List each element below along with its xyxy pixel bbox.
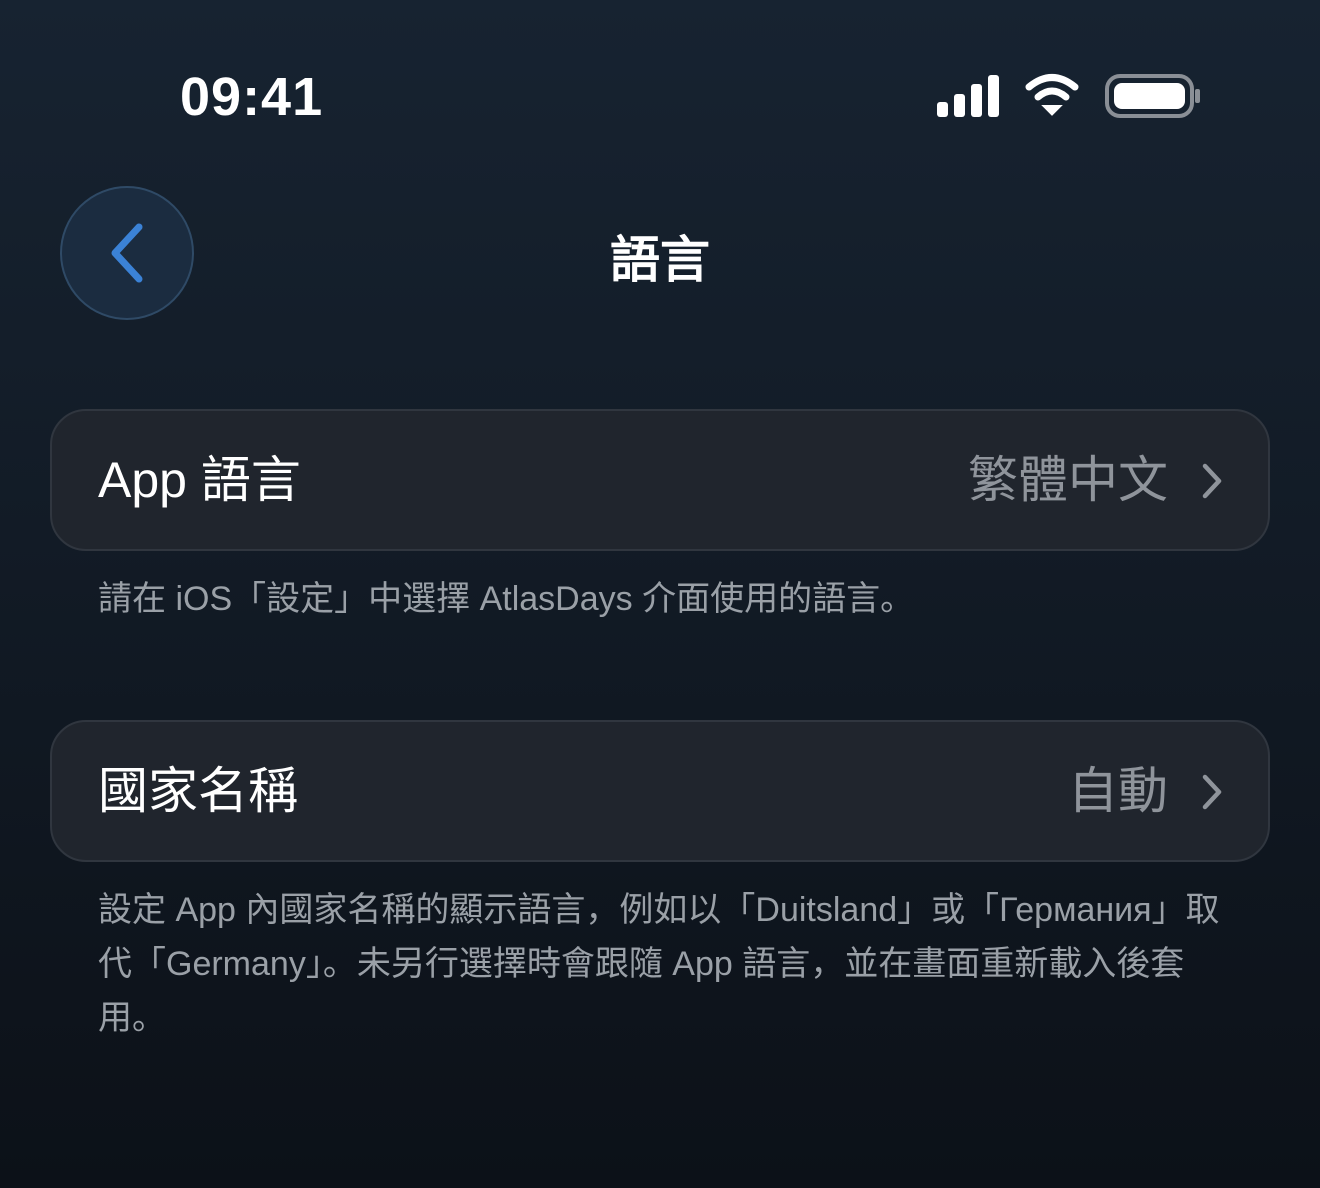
page-title: 語言	[610, 232, 710, 288]
country-names-footnote: 設定 App 內國家名稱的顯示語言，例如以「Duitsland」或「Герман…	[98, 891, 1220, 1037]
cellular-signal-icon	[937, 75, 999, 117]
status-icons	[934, 72, 1204, 122]
app-language-row[interactable]: App 語言 繁體中文	[50, 409, 1270, 551]
navigation-bar: 語言	[0, 180, 1320, 330]
status-time: 09:41	[180, 67, 324, 127]
battery-icon	[1105, 74, 1200, 118]
country-names-value: 自動	[1068, 763, 1168, 819]
chevron-right-icon	[1202, 463, 1222, 499]
app-language-label: App 語言	[98, 452, 301, 508]
app-language-footnote: 請在 iOS「設定」中選擇 AtlasDays 介面使用的語言。	[98, 580, 915, 618]
wifi-icon	[1025, 74, 1079, 116]
country-names-row[interactable]: 國家名稱 自動	[50, 720, 1270, 862]
country-names-label: 國家名稱	[98, 763, 298, 819]
app-language-value: 繁體中文	[968, 452, 1168, 508]
status-bar: 09:41	[0, 0, 1320, 190]
chevron-right-icon	[1202, 774, 1222, 810]
